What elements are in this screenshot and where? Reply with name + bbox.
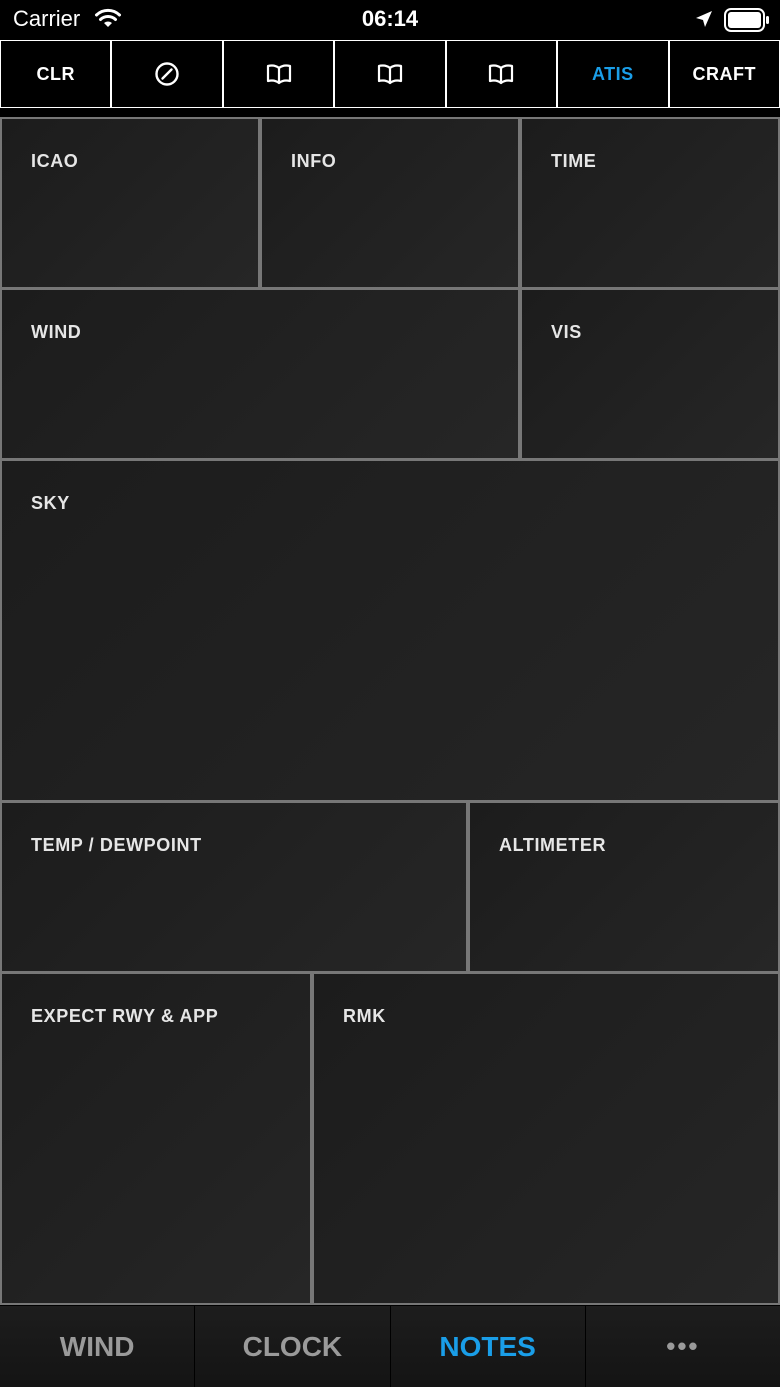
status-bar: Carrier 06:14 <box>0 0 780 40</box>
book-button-3[interactable] <box>446 41 557 107</box>
wind-field[interactable]: WIND <box>2 290 518 458</box>
vis-label: VIS <box>551 322 582 342</box>
clear-button-label: CLR <box>36 63 75 84</box>
craft-button-label: CRAFT <box>692 63 756 84</box>
temp-dewpoint-label: TEMP / DEWPOINT <box>31 835 202 855</box>
book-button-2[interactable] <box>335 41 445 107</box>
atis-form: ICAO INFO TIME WIND VIS SKY TEMP / DEWPO… <box>0 117 780 1305</box>
tab-wind[interactable]: WIND <box>0 1306 196 1387</box>
status-time: 06:14 <box>361 6 419 31</box>
expect-rwy-app-label: EXPECT RWY & APP <box>31 1006 219 1026</box>
rmk-label: RMK <box>343 1006 386 1026</box>
vis-field[interactable]: VIS <box>522 290 778 458</box>
slash-circle-icon <box>154 61 180 87</box>
altimeter-field[interactable]: ALTIMETER <box>470 803 778 971</box>
location-arrow-icon <box>694 9 714 34</box>
tab-wind-label: WIND <box>59 1330 135 1362</box>
info-label: INFO <box>291 151 337 171</box>
tab-clock[interactable]: CLOCK <box>195 1306 391 1387</box>
atis-button-label: ATIS <box>591 63 634 84</box>
atis-button[interactable]: ATIS <box>558 41 668 107</box>
icao-label: ICAO <box>31 151 79 171</box>
book-icon <box>377 63 403 85</box>
altimeter-label: ALTIMETER <box>499 835 607 855</box>
book-button-1[interactable] <box>223 41 334 107</box>
book-icon <box>488 63 514 85</box>
tab-clock-label: CLOCK <box>242 1330 343 1362</box>
time-label: TIME <box>551 151 597 171</box>
sky-label: SKY <box>31 493 70 513</box>
battery-icon <box>724 8 770 37</box>
none-button[interactable] <box>112 41 222 107</box>
time-field[interactable]: TIME <box>522 119 778 287</box>
book-icon <box>266 63 292 85</box>
tab-notes-label: NOTES <box>439 1330 536 1362</box>
icao-field[interactable]: ICAO <box>2 119 258 287</box>
sky-field[interactable]: SKY <box>2 461 778 800</box>
tab-notes[interactable]: NOTES <box>390 1306 586 1387</box>
more-icon: ••• <box>666 1331 700 1361</box>
temp-dewpoint-field[interactable]: TEMP / DEWPOINT <box>2 803 466 971</box>
craft-button[interactable]: CRAFT <box>669 41 779 107</box>
top-toolbar: CLR ATIS CRAFT <box>0 40 780 108</box>
tab-more[interactable]: ••• <box>585 1306 780 1387</box>
rmk-field[interactable]: RMK <box>314 974 778 1303</box>
bottom-tab-bar: WIND CLOCK NOTES ••• <box>0 1306 780 1387</box>
expect-rwy-app-field[interactable]: EXPECT RWY & APP <box>2 974 310 1303</box>
wind-label: WIND <box>31 322 82 342</box>
info-field[interactable]: INFO <box>262 119 518 287</box>
clear-button[interactable]: CLR <box>1 41 111 107</box>
